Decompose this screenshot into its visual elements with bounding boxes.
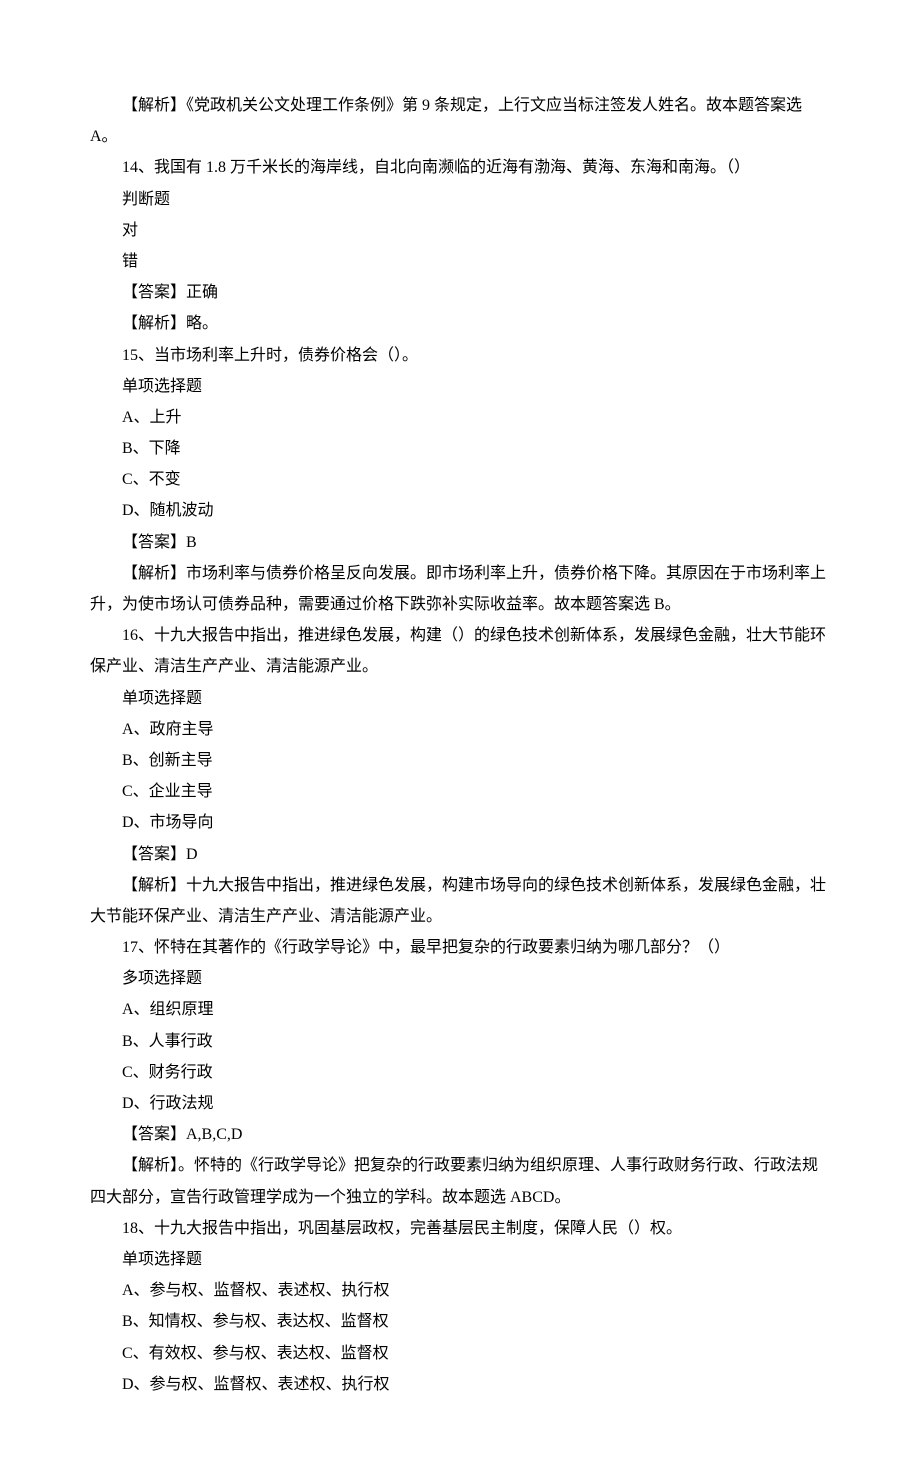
q14-option-true: 对 <box>90 215 830 246</box>
q18-type: 单项选择题 <box>90 1244 830 1275</box>
q14-option-false: 错 <box>90 246 830 277</box>
q18-option-c: C、有效权、参与权、表达权、监督权 <box>90 1338 830 1369</box>
q17-option-b: B、人事行政 <box>90 1026 830 1057</box>
q15-option-a: A、上升 <box>90 402 830 433</box>
q15-explanation: 【解析】市场利率与债券价格呈反向发展。即市场利率上升，债券价格下降。其原因在于市… <box>90 558 830 620</box>
q13-explanation: 【解析】《党政机关公文处理工作条例》第 9 条规定，上行文应当标注签发人姓名。故… <box>90 90 830 152</box>
q15-option-c: C、不变 <box>90 464 830 495</box>
q14-type: 判断题 <box>90 184 830 215</box>
q16-option-d: D、市场导向 <box>90 807 830 838</box>
q15-stem: 15、当市场利率上升时，债券价格会（）。 <box>90 340 830 371</box>
q17-answer: 【答案】A,B,C,D <box>90 1119 830 1150</box>
q17-option-a: A、组织原理 <box>90 994 830 1025</box>
q16-stem: 16、十九大报告中指出，推进绿色发展，构建（）的绿色技术创新体系，发展绿色金融，… <box>90 620 830 682</box>
q16-option-a: A、政府主导 <box>90 714 830 745</box>
q17-option-c: C、财务行政 <box>90 1057 830 1088</box>
q15-answer: 【答案】B <box>90 527 830 558</box>
q16-explanation: 【解析】十九大报告中指出，推进绿色发展，构建市场导向的绿色技术创新体系，发展绿色… <box>90 870 830 932</box>
q17-option-d: D、行政法规 <box>90 1088 830 1119</box>
q17-type: 多项选择题 <box>90 963 830 994</box>
q14-stem: 14、我国有 1.8 万千米长的海岸线，自北向南濒临的近海有渤海、黄海、东海和南… <box>90 152 830 183</box>
q18-stem: 18、十九大报告中指出，巩固基层政权，完善基层民主制度，保障人民（）权。 <box>90 1213 830 1244</box>
q18-option-b: B、知情权、参与权、表达权、监督权 <box>90 1306 830 1337</box>
q16-answer: 【答案】D <box>90 839 830 870</box>
q15-type: 单项选择题 <box>90 371 830 402</box>
q15-option-d: D、随机波动 <box>90 495 830 526</box>
document-page: 【解析】《党政机关公文处理工作条例》第 9 条规定，上行文应当标注签发人姓名。故… <box>0 0 920 1460</box>
q14-answer: 【答案】正确 <box>90 277 830 308</box>
q18-option-d: D、参与权、监督权、表述权、执行权 <box>90 1369 830 1400</box>
q15-option-b: B、下降 <box>90 433 830 464</box>
q16-type: 单项选择题 <box>90 683 830 714</box>
q16-option-c: C、企业主导 <box>90 776 830 807</box>
q14-explanation: 【解析】略。 <box>90 308 830 339</box>
q17-stem: 17、怀特在其著作的《行政学导论》中，最早把复杂的行政要素归纳为哪几部分？（） <box>90 932 830 963</box>
q16-option-b: B、创新主导 <box>90 745 830 776</box>
q17-explanation: 【解析】。怀特的《行政学导论》把复杂的行政要素归纳为组织原理、人事行政财务行政、… <box>90 1150 830 1212</box>
